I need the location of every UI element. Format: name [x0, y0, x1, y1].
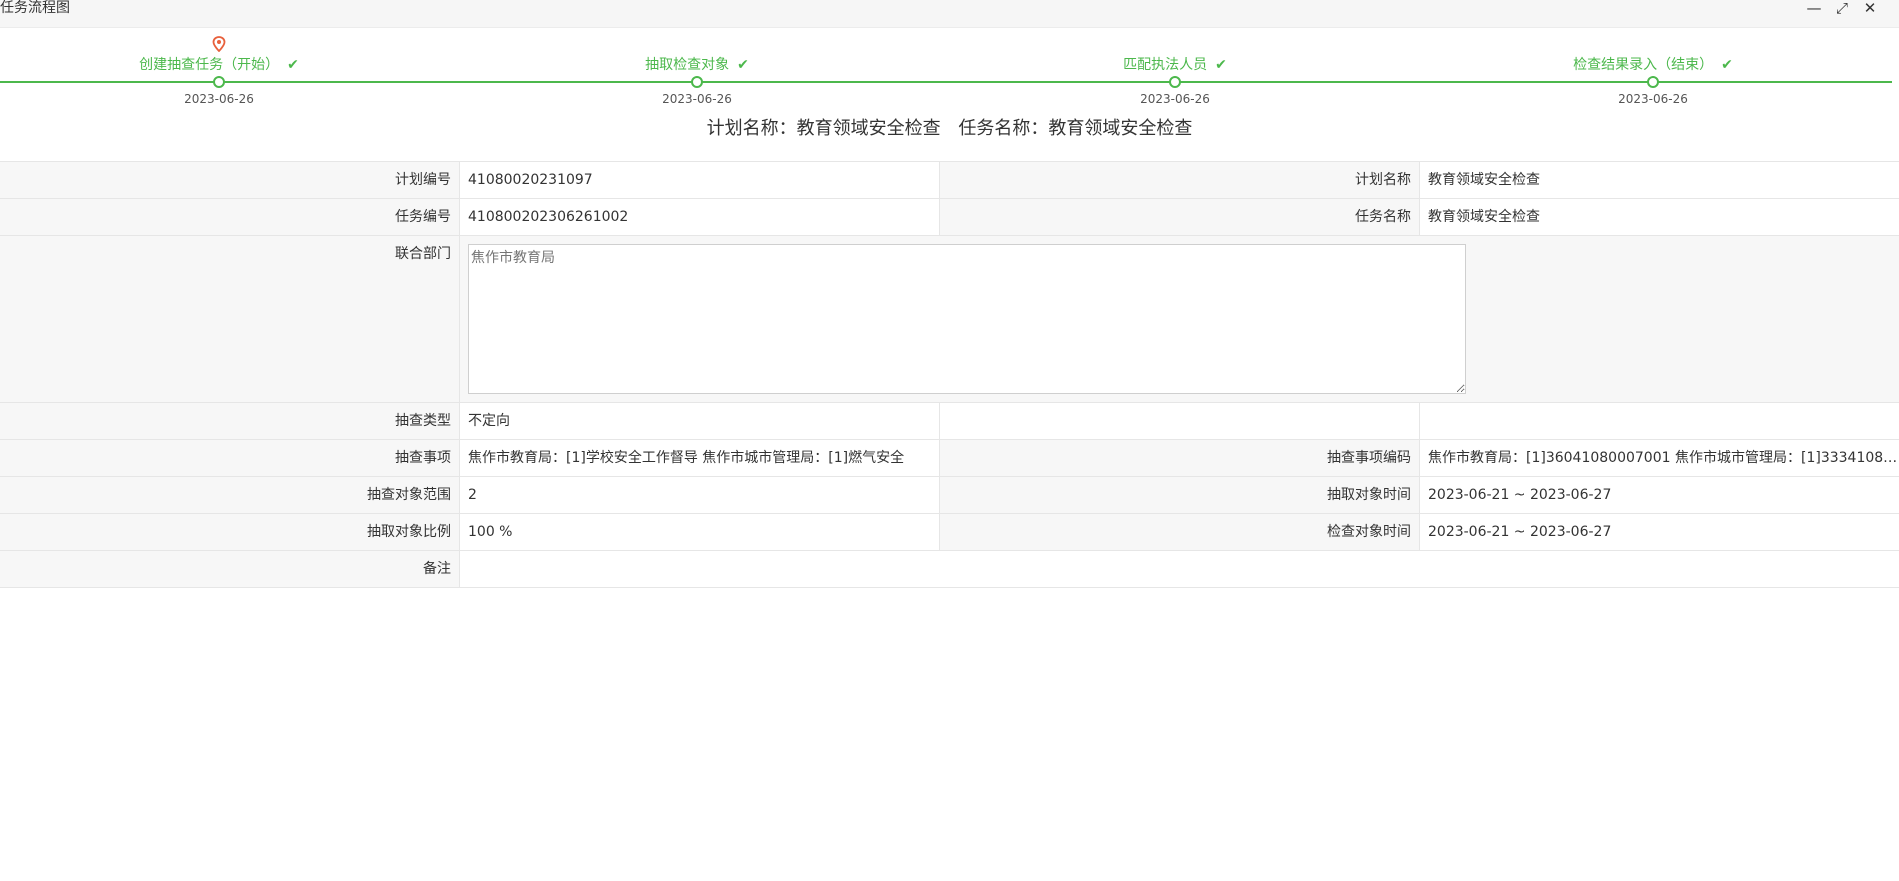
flow-step-label: 创建抽查任务（开始） ✔	[139, 57, 299, 73]
flow-step-dot	[1169, 76, 1181, 88]
flow-step-dot	[1647, 76, 1659, 88]
minimize-icon[interactable]: —	[1805, 1, 1823, 17]
check-icon: ✔	[287, 57, 299, 73]
plan-name-value: 教育领域安全检查	[1420, 162, 1899, 198]
form-row: 联合部门	[0, 236, 1899, 403]
task-name-label: 任务名称	[940, 199, 1420, 235]
scope-label: 抽查对象范围	[0, 477, 460, 513]
headline-plan: 计划名称：教育领域安全检查	[706, 118, 941, 139]
item-code-value: 焦作市教育局：[1]36041080007001 焦作市城市管理局：[1]333…	[1420, 440, 1899, 476]
task-no-label: 任务编号	[0, 199, 460, 235]
item-label: 抽查事项	[0, 440, 460, 476]
window-title: 任务流程图	[0, 0, 70, 16]
flow-step-label: 检查结果录入（结束） ✔	[1573, 57, 1733, 73]
close-icon[interactable]: ✕	[1861, 1, 1879, 17]
form-row: 备注	[0, 551, 1899, 588]
dept-textarea[interactable]	[468, 244, 1466, 394]
form-row: 任务编号 410800202306261002 任务名称 教育领域安全检查	[0, 199, 1899, 236]
form-row: 抽查对象范围 2 抽取对象时间 2023-06-21 ~ 2023-06-27	[0, 477, 1899, 514]
check-icon: ✔	[737, 57, 749, 73]
type-value: 不定向	[460, 403, 940, 439]
plan-no-label: 计划编号	[0, 162, 460, 198]
location-pin-icon	[212, 36, 226, 52]
empty-cell	[1420, 403, 1899, 439]
window-controls: — ⤢ ✕	[1805, 1, 1879, 17]
check-time-label: 检查对象时间	[940, 514, 1420, 550]
page-title: 计划名称：教育领域安全检查 任务名称：教育领域安全检查	[0, 114, 1899, 140]
type-label: 抽查类型	[0, 403, 460, 439]
flow-step-dot	[691, 76, 703, 88]
flow-step-date: 2023-06-26	[1618, 92, 1688, 106]
form-row: 抽查类型 不定向	[0, 403, 1899, 440]
check-time-value: 2023-06-21 ~ 2023-06-27	[1420, 514, 1899, 550]
plan-no-value: 41080020231097	[460, 162, 940, 198]
maximize-icon[interactable]: ⤢	[1833, 1, 1851, 17]
check-icon: ✔	[1215, 57, 1227, 73]
dept-cell	[460, 236, 1899, 402]
item-code-label: 抽查事项编码	[940, 440, 1420, 476]
task-detail-form: 计划编号 41080020231097 计划名称 教育领域安全检查 任务编号 4…	[0, 161, 1899, 588]
timeline-line	[0, 81, 1892, 83]
workflow-timeline: 创建抽查任务（开始） ✔ 2023-06-26 抽取检查对象 ✔ 2023-06-2…	[0, 28, 1899, 108]
ratio-value: 100 %	[460, 514, 940, 550]
title-bar: 任务流程图 — ⤢ ✕	[0, 0, 1899, 28]
check-icon: ✔	[1721, 57, 1733, 73]
flow-step-label: 匹配执法人员 ✔	[1123, 57, 1227, 73]
item-value: 焦作市教育局：[1]学校安全工作督导 焦作市城市管理局：[1]燃气安全	[460, 440, 940, 476]
form-row: 抽取对象比例 100 % 检查对象时间 2023-06-21 ~ 2023-06…	[0, 514, 1899, 551]
flow-step-date: 2023-06-26	[662, 92, 732, 106]
flow-step-dot	[213, 76, 225, 88]
headline-task: 任务名称：教育领域安全检查	[958, 118, 1193, 139]
extract-time-label: 抽取对象时间	[940, 477, 1420, 513]
remark-value	[460, 551, 1899, 587]
task-no-value: 410800202306261002	[460, 199, 940, 235]
plan-name-label: 计划名称	[940, 162, 1420, 198]
scope-value: 2	[460, 477, 940, 513]
flow-step-label: 抽取检查对象 ✔	[645, 57, 749, 73]
flow-step-date: 2023-06-26	[1140, 92, 1210, 106]
form-row: 抽查事项 焦作市教育局：[1]学校安全工作督导 焦作市城市管理局：[1]燃气安全…	[0, 440, 1899, 477]
remark-label: 备注	[0, 551, 460, 587]
extract-time-value: 2023-06-21 ~ 2023-06-27	[1420, 477, 1899, 513]
task-name-value: 教育领域安全检查	[1420, 199, 1899, 235]
ratio-label: 抽取对象比例	[0, 514, 460, 550]
flow-step-date: 2023-06-26	[184, 92, 254, 106]
empty-cell	[940, 403, 1420, 439]
form-row: 计划编号 41080020231097 计划名称 教育领域安全检查	[0, 162, 1899, 199]
dept-label: 联合部门	[0, 236, 460, 402]
